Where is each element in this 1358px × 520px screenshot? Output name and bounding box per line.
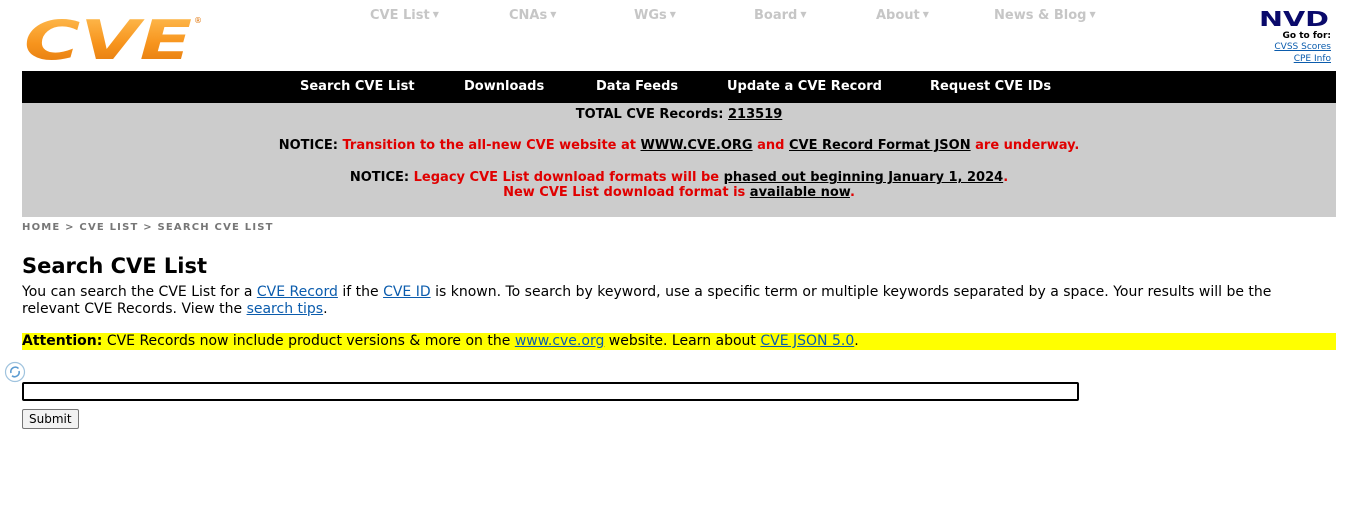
cve-record-link[interactable]: CVE Record [257,284,338,300]
nvd-wordmark: NVD [1259,8,1329,28]
intro-text: . [323,301,328,317]
nvd-logo[interactable]: NVD [1259,8,1331,28]
notice-text: and [757,138,785,153]
cvss-scores-link[interactable]: CVSS Scores [1231,41,1331,53]
notice-panel: TOTAL CVE Records: 213519 NOTICE: Transi… [22,103,1336,217]
notice-text: are underway. [975,138,1080,153]
cve-json-link[interactable]: CVE JSON 5.0 [760,333,854,349]
intro-text: You can search the CVE List for a [22,284,253,300]
breadcrumb-separator: > [65,222,75,233]
notice-text: Legacy CVE List download formats will be [413,170,720,185]
submit-button[interactable]: Submit [22,409,79,429]
phased-out-link[interactable]: phased out beginning January 1, 2024 [724,170,1004,185]
chevron-down-icon: ▼ [669,10,676,19]
nvd-goto-label: Go to for: [1282,31,1331,41]
topnav-cve-list[interactable]: CVE List ▼ [370,8,439,23]
notice-text: . [849,185,855,200]
attention-text: . [854,333,859,349]
topnav-cnas[interactable]: CNAs ▼ [509,8,556,23]
nvd-panel: NVD Go to for: CVSS Scores CPE Info [1231,8,1331,65]
menu-data-feeds[interactable]: Data Feeds [596,71,678,103]
cpe-info-link[interactable]: CPE Info [1231,53,1331,65]
intro-paragraph: You can search the CVE List for a CVE Re… [22,284,1332,318]
notice-website-transition: NOTICE: Transition to the all-new CVE we… [22,138,1336,153]
chevron-down-icon: ▼ [550,10,557,19]
attention-label: Attention: [22,333,103,349]
search-input[interactable] [22,382,1079,401]
notice-text: Transition to the all-new CVE website at [342,138,636,153]
logo-wordmark: CVE [24,14,192,62]
topnav-label: About [876,8,920,23]
notice-text: . [1003,170,1009,185]
chevron-down-icon: ▼ [432,10,439,19]
topnav-about[interactable]: About ▼ [876,8,929,23]
topnav-wgs[interactable]: WGs ▼ [634,8,676,23]
notice-prefix: NOTICE: [278,138,338,153]
search-tips-link[interactable]: search tips [247,301,324,317]
www-cve-org-link[interactable]: www.cve.org [515,333,605,349]
notice-prefix: NOTICE: [349,170,410,185]
menu-request-cve-ids[interactable]: Request CVE IDs [930,71,1051,103]
notice-text: New CVE List download format is [503,185,746,200]
attention-banner: Attention: CVE Records now include produ… [22,333,1336,350]
notice-legacy-formats: NOTICE: Legacy CVE List download formats… [22,170,1336,185]
total-records-line: TOTAL CVE Records: 213519 [22,107,1336,122]
attention-text: website. Learn about [608,333,756,349]
available-now-link[interactable]: available now [750,185,850,200]
topnav-news-blog[interactable]: News & Blog ▼ [994,8,1096,23]
page: CVE ® CVE List ▼ CNAs ▼ WGs ▼ Board ▼ About ▼… [0,0,1358,520]
cve-record-format-json-link[interactable]: CVE Record Format JSON [789,138,971,153]
total-records-label: TOTAL CVE Records: [575,107,724,122]
cve-id-link[interactable]: CVE ID [383,284,431,300]
breadcrumb-separator: > [143,222,153,233]
attention-text: CVE Records now include product versions… [106,333,511,349]
topnav-label: Board [754,8,798,23]
menu-update-cve-record[interactable]: Update a CVE Record [727,71,882,103]
breadcrumb-home[interactable]: HOME [22,222,60,233]
refresh-icon [4,361,26,383]
menu-downloads[interactable]: Downloads [464,71,544,103]
breadcrumb: HOME > CVE LIST > SEARCH CVE LIST [22,222,274,233]
breadcrumb-cve-list[interactable]: CVE LIST [79,222,138,233]
main-menu-bar: Search CVE List Downloads Data Feeds Upd… [22,71,1336,103]
topnav-label: News & Blog [994,8,1087,23]
cve-logo[interactable]: CVE ® [22,14,206,62]
intro-text: if the [342,284,379,300]
topnav-label: WGs [634,8,667,23]
topnav-board[interactable]: Board ▼ [754,8,807,23]
topnav-label: CNAs [509,8,548,23]
registered-mark: ® [194,16,202,25]
page-title: Search CVE List [22,254,208,278]
total-records-count[interactable]: 213519 [728,107,782,122]
cve-org-link[interactable]: WWW.CVE.ORG [641,138,753,153]
top-nav: CVE List ▼ CNAs ▼ WGs ▼ Board ▼ About ▼ News … [340,8,1120,28]
menu-search-cve-list[interactable]: Search CVE List [300,71,415,103]
chevron-down-icon: ▼ [1089,10,1096,19]
breadcrumb-current: SEARCH CVE LIST [157,222,274,233]
chevron-down-icon: ▼ [800,10,807,19]
chevron-down-icon: ▼ [922,10,929,19]
topnav-label: CVE List [370,8,430,23]
notice-new-format: New CVE List download format is availabl… [22,185,1336,200]
